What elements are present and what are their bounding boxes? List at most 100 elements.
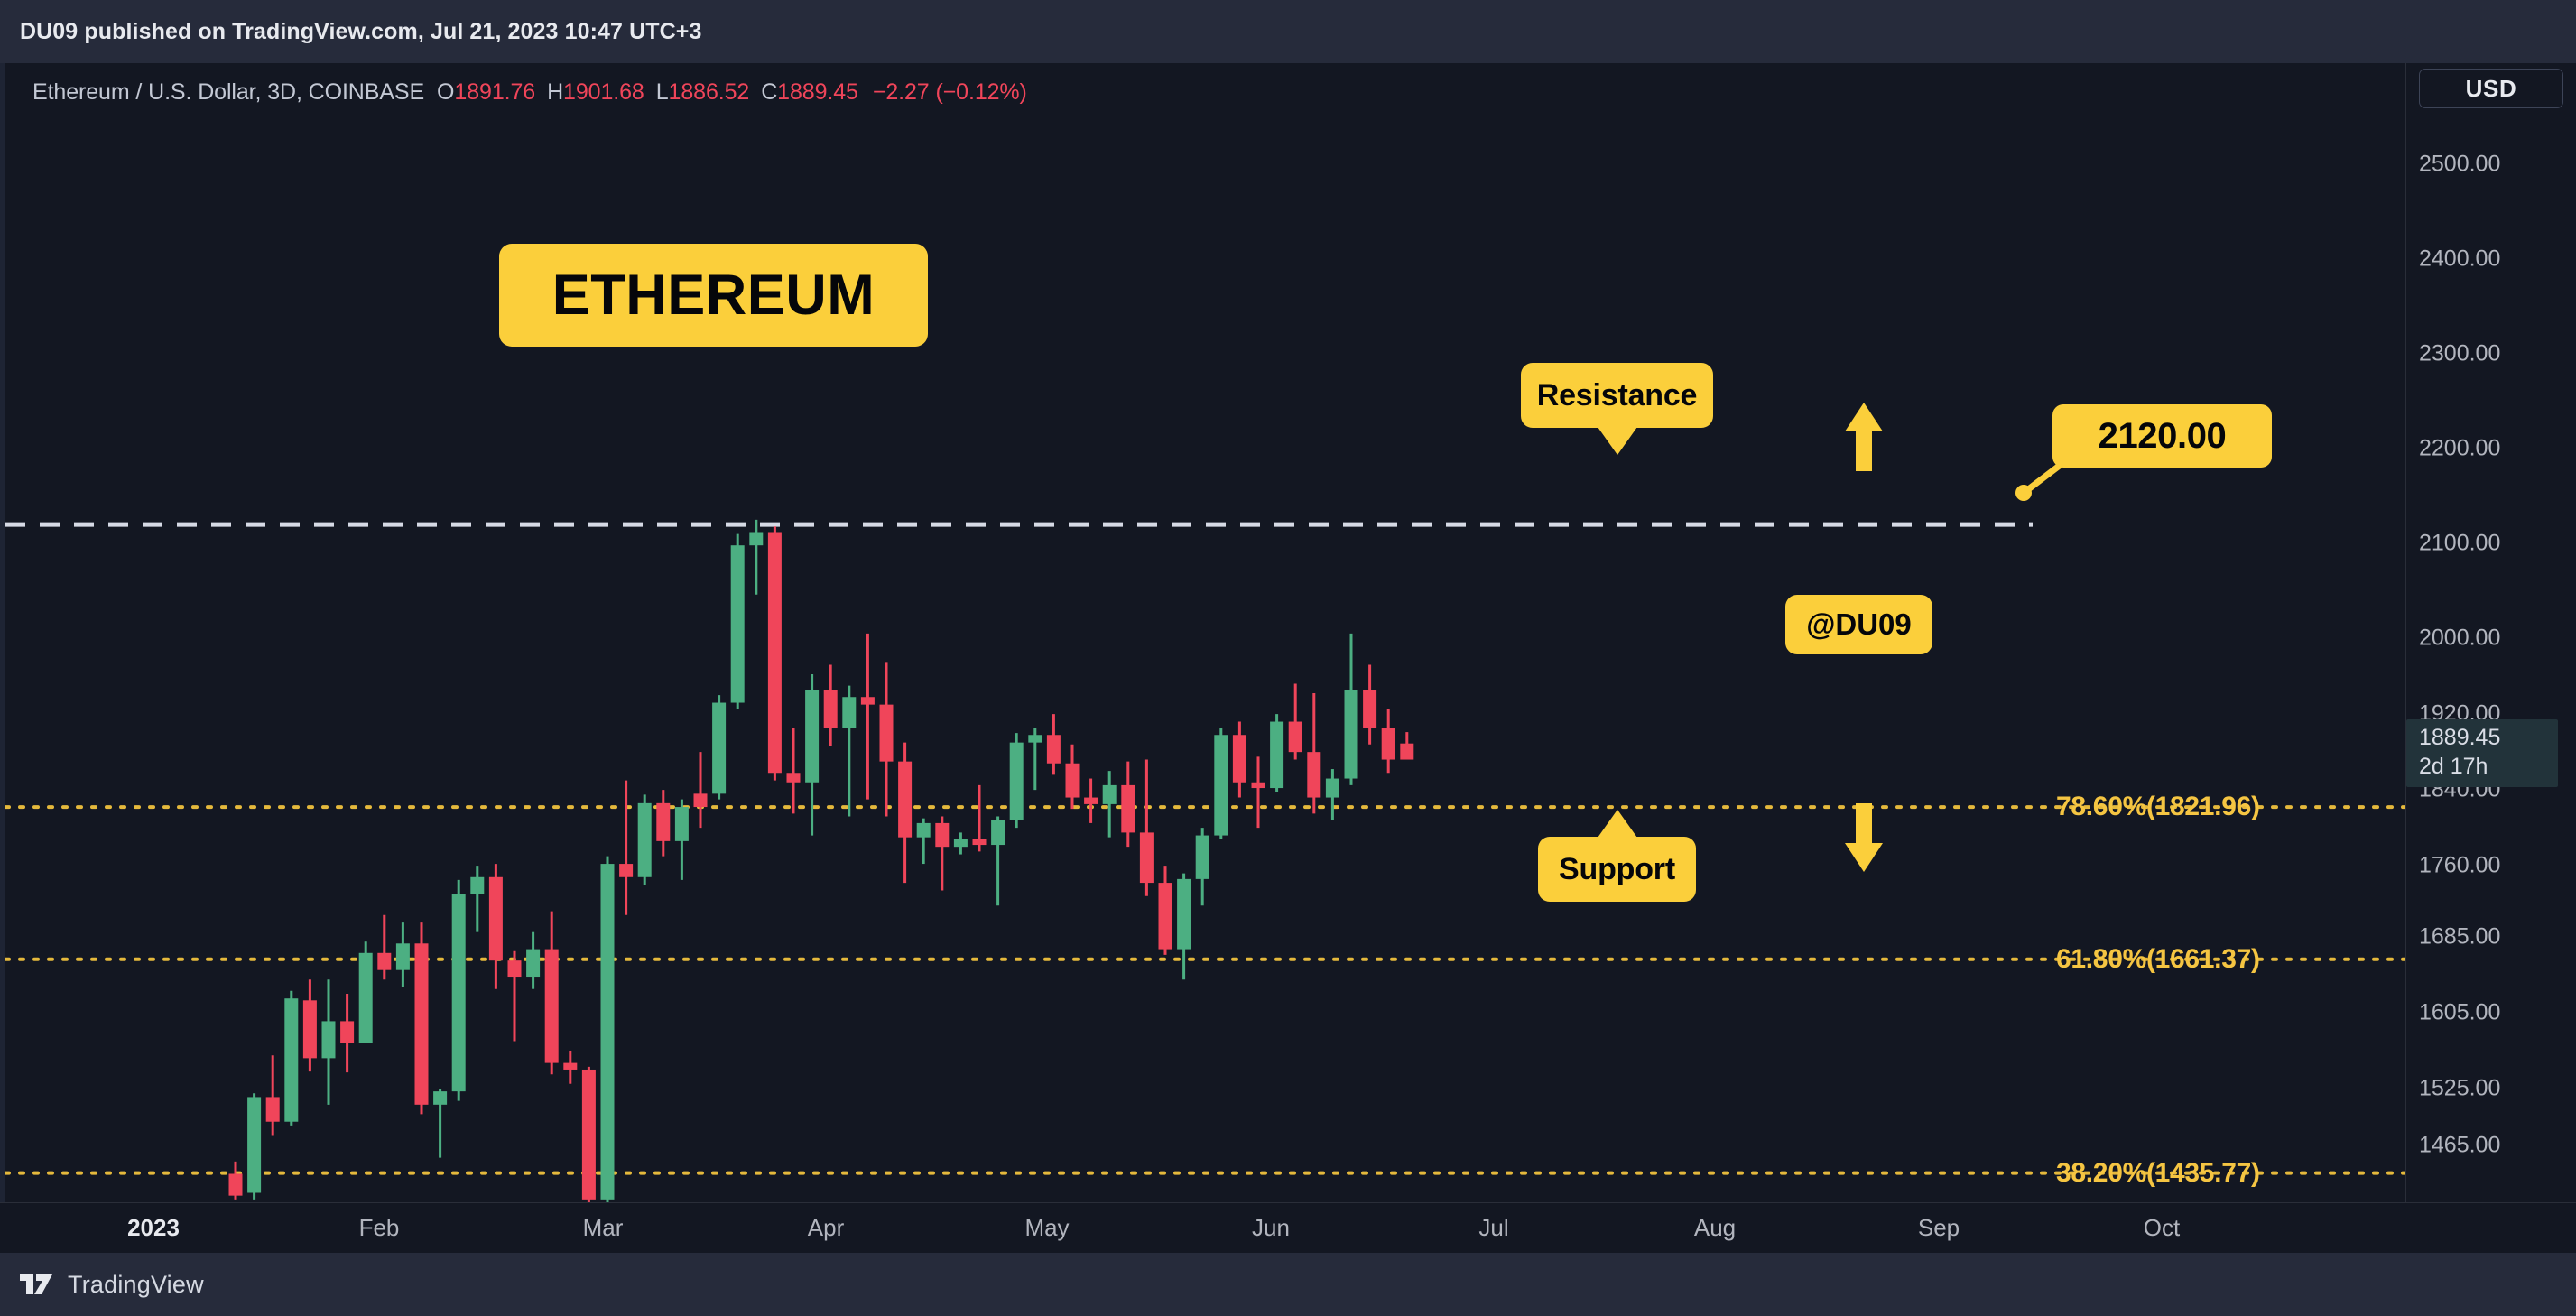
- candle: [1400, 732, 1414, 760]
- price-tick: 2000.00: [2419, 625, 2501, 651]
- candle: [712, 695, 727, 800]
- candle: [1325, 769, 1339, 820]
- candle: [451, 879, 466, 1101]
- candle: [730, 533, 745, 709]
- price-plot-area[interactable]: 78.60%(1821.96) 61.80%(1661.37) 38.20%(143…: [5, 126, 2405, 1202]
- bar-countdown: 2d 17h: [2419, 754, 2488, 780]
- candle: [1307, 693, 1321, 814]
- ethereum-banner-label: ETHEREUM: [551, 264, 876, 327]
- candle: [1232, 721, 1246, 798]
- footer-bar: TradingView: [0, 1253, 2576, 1316]
- ohlc-low: L1886.52: [655, 79, 750, 106]
- candle: [1139, 759, 1154, 896]
- currency-label: USD: [2465, 74, 2517, 102]
- candle: [414, 922, 429, 1115]
- symbol-legend: Ethereum / U.S. Dollar, 3D, COINBASE O18…: [32, 79, 1027, 106]
- currency-chip[interactable]: USD: [2419, 69, 2563, 108]
- ethereum-banner: ETHEREUM: [499, 244, 928, 347]
- ohlc-open: O1891.76: [437, 79, 535, 106]
- resistance-label: Resistance: [1536, 377, 1698, 412]
- ohlc-close-key: C: [761, 79, 778, 105]
- candlestick-series: [5, 519, 2405, 1202]
- current-price-value: 1889.45: [2419, 725, 2501, 751]
- candle: [879, 662, 894, 817]
- candle: [1270, 714, 1284, 792]
- price-axis[interactable]: 2500.00 2400.00 2300.00 2200.00 2100.00 2000.…: [2405, 63, 2576, 1253]
- candle: [433, 1088, 448, 1158]
- candle: [265, 1055, 280, 1136]
- candle: [898, 742, 913, 884]
- candle: [1251, 756, 1265, 829]
- down-arrow-icon: [1845, 803, 1883, 872]
- candle: [228, 1161, 243, 1200]
- time-tick-month: Feb: [358, 1214, 400, 1241]
- candle: [767, 526, 782, 781]
- ohlc-open-value: 1891.76: [454, 79, 536, 105]
- candle: [972, 784, 987, 852]
- support-callout: Support: [1538, 810, 1696, 902]
- candle: [1121, 761, 1135, 848]
- time-tick-year: 2023: [127, 1214, 180, 1241]
- support-label: Support: [1559, 851, 1675, 886]
- time-tick-month: Oct: [2143, 1214, 2181, 1241]
- fib-level-label: 61.80%(1661.37): [2056, 943, 2260, 974]
- candle: [637, 794, 652, 885]
- price-tick: 2100.00: [2419, 530, 2501, 556]
- time-tick-month: Aug: [1693, 1214, 1737, 1241]
- candle: [358, 941, 373, 1043]
- candle: [1084, 778, 1098, 823]
- candle: [1065, 744, 1080, 810]
- symbol-title[interactable]: Ethereum / U.S. Dollar, 3D, COINBASE: [32, 79, 424, 106]
- candle: [1177, 873, 1191, 980]
- price-tick: 1465.00: [2419, 1132, 2501, 1158]
- candle: [600, 856, 615, 1202]
- price-tick: 1760.00: [2419, 852, 2501, 878]
- candle: [1344, 633, 1358, 785]
- candle: [805, 674, 820, 836]
- candle: [1214, 728, 1228, 839]
- ohlc-high-value: 1901.68: [563, 79, 644, 105]
- candle: [1009, 733, 1024, 829]
- fib-level-label: 78.60%(1821.96): [2056, 792, 2260, 822]
- time-tick-month: Jul: [1478, 1214, 1509, 1241]
- candle: [860, 633, 875, 800]
- time-axis[interactable]: 2023 Feb Mar Apr May Jun Jul Aug Sep Oct: [0, 1202, 2576, 1254]
- ohlc-low-key: L: [655, 79, 669, 105]
- candle: [321, 979, 336, 1105]
- callout-tail-down: [1597, 427, 1637, 455]
- candle: [693, 752, 708, 829]
- time-tick-month: Apr: [807, 1214, 845, 1241]
- candle: [544, 911, 559, 1075]
- candle: [302, 979, 317, 1072]
- up-arrow-icon: [1845, 403, 1883, 471]
- chart-container: Ethereum / U.S. Dollar, 3D, COINBASE O18…: [0, 63, 2576, 1254]
- candle: [488, 864, 503, 989]
- candle: [284, 990, 299, 1126]
- candle: [1288, 683, 1302, 760]
- candle: [1158, 866, 1172, 955]
- candle: [786, 728, 801, 814]
- candle: [842, 685, 857, 817]
- author-badge: @DU09: [1785, 595, 1932, 654]
- candle: [619, 780, 634, 915]
- tradingview-brand-label: TradingView: [68, 1270, 204, 1298]
- author-badge-label: @DU09: [1806, 607, 1912, 641]
- price-tick: 2200.00: [2419, 435, 2501, 461]
- candle: [823, 664, 838, 746]
- publisher-bar: DU09 published on TradingView.com, Jul 2…: [0, 0, 2576, 63]
- candle: [935, 816, 950, 891]
- current-price-badge: 1889.45 2d 17h: [2406, 719, 2558, 788]
- candle: [991, 816, 1005, 906]
- candle: [1046, 714, 1061, 775]
- price-axis-ticks: 2500.00 2400.00 2300.00 2200.00 2100.00 2000.…: [2406, 63, 2576, 1253]
- time-tick-month: May: [1024, 1214, 1070, 1241]
- price-tick: 1525.00: [2419, 1075, 2501, 1101]
- time-tick-month: Jun: [1252, 1214, 1290, 1241]
- candle: [377, 914, 392, 980]
- candle: [1381, 709, 1395, 774]
- candle: [916, 818, 931, 865]
- callout-tail-up: [1597, 810, 1637, 838]
- candle: [507, 950, 522, 1042]
- candle: [563, 1050, 578, 1084]
- ohlc-close: C1889.45: [761, 79, 858, 106]
